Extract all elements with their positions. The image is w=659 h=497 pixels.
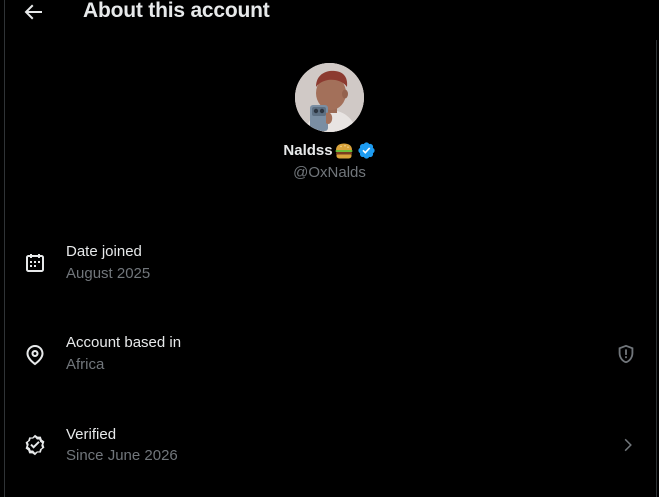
avatar[interactable] [295, 63, 364, 132]
item-label: Date joined [66, 243, 142, 260]
shield-alert-icon[interactable] [615, 343, 637, 365]
profile-handle: @OxNalds [293, 164, 366, 181]
burger-emoji-icon [335, 143, 353, 159]
item-value: Since June 2026 [66, 447, 178, 464]
item-value: Africa [66, 356, 105, 373]
profile-name-row: Naldss [0, 141, 659, 160]
calendar-icon [23, 251, 47, 275]
page-header: About this account [0, 0, 659, 26]
arrow-left-icon [21, 0, 45, 24]
info-item-account-based-in: Account based in Africa [0, 332, 659, 388]
item-label: Account based in [66, 334, 182, 351]
verified-badge-icon[interactable] [357, 141, 376, 160]
location-pin-icon [23, 343, 47, 367]
display-name: Naldss [283, 142, 333, 159]
verified-check-icon [23, 433, 47, 457]
item-value: August 2025 [66, 265, 151, 282]
item-label: Verified [66, 426, 117, 443]
info-item-verified[interactable]: Verified Since June 2026 [0, 424, 659, 480]
back-button[interactable] [21, 0, 45, 24]
chevron-right-icon[interactable] [616, 434, 638, 456]
page-title: About this account [83, 0, 270, 22]
info-item-date-joined: Date joined August 2025 [0, 240, 659, 296]
